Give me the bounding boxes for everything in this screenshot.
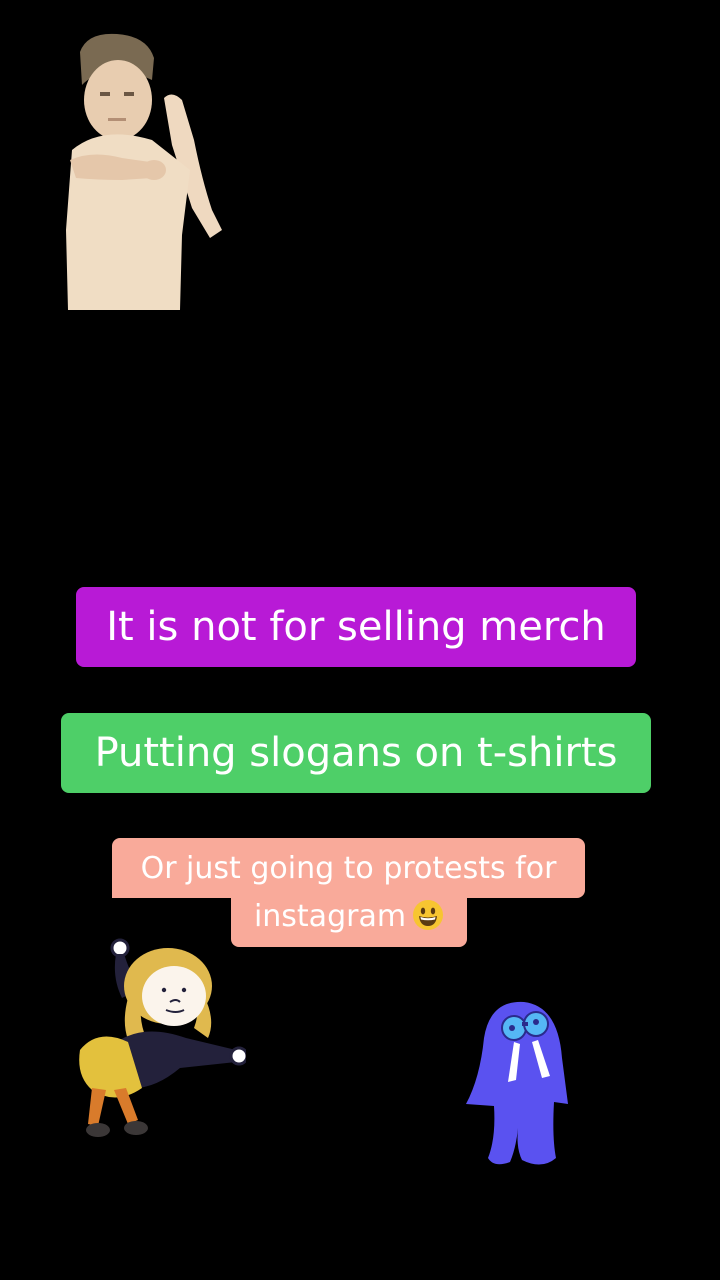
caption-purple-pill: It is not for selling merch (76, 587, 636, 667)
dancing-girl-sticker (79, 938, 246, 1137)
caption-text-line3b: instagram (253, 899, 407, 934)
caption-pink-pill-bottom: instagram (231, 890, 467, 947)
video-canvas: It is not for selling merch Putting slog… (0, 0, 720, 1280)
caption-pink-pill-top: Or just going to protests for (112, 838, 585, 898)
dancing-boy-sticker (66, 33, 222, 310)
grinning-face-emoji-icon (413, 900, 444, 930)
caption-green-pill: Putting slogans on t-shirts (61, 713, 651, 793)
caption-text-line3a: Or just going to protests for (140, 851, 557, 886)
caption-text-line2: Putting slogans on t-shirts (94, 730, 618, 776)
blue-walrus-sticker (466, 1001, 568, 1165)
caption-text-line1: It is not for selling merch (106, 604, 606, 650)
